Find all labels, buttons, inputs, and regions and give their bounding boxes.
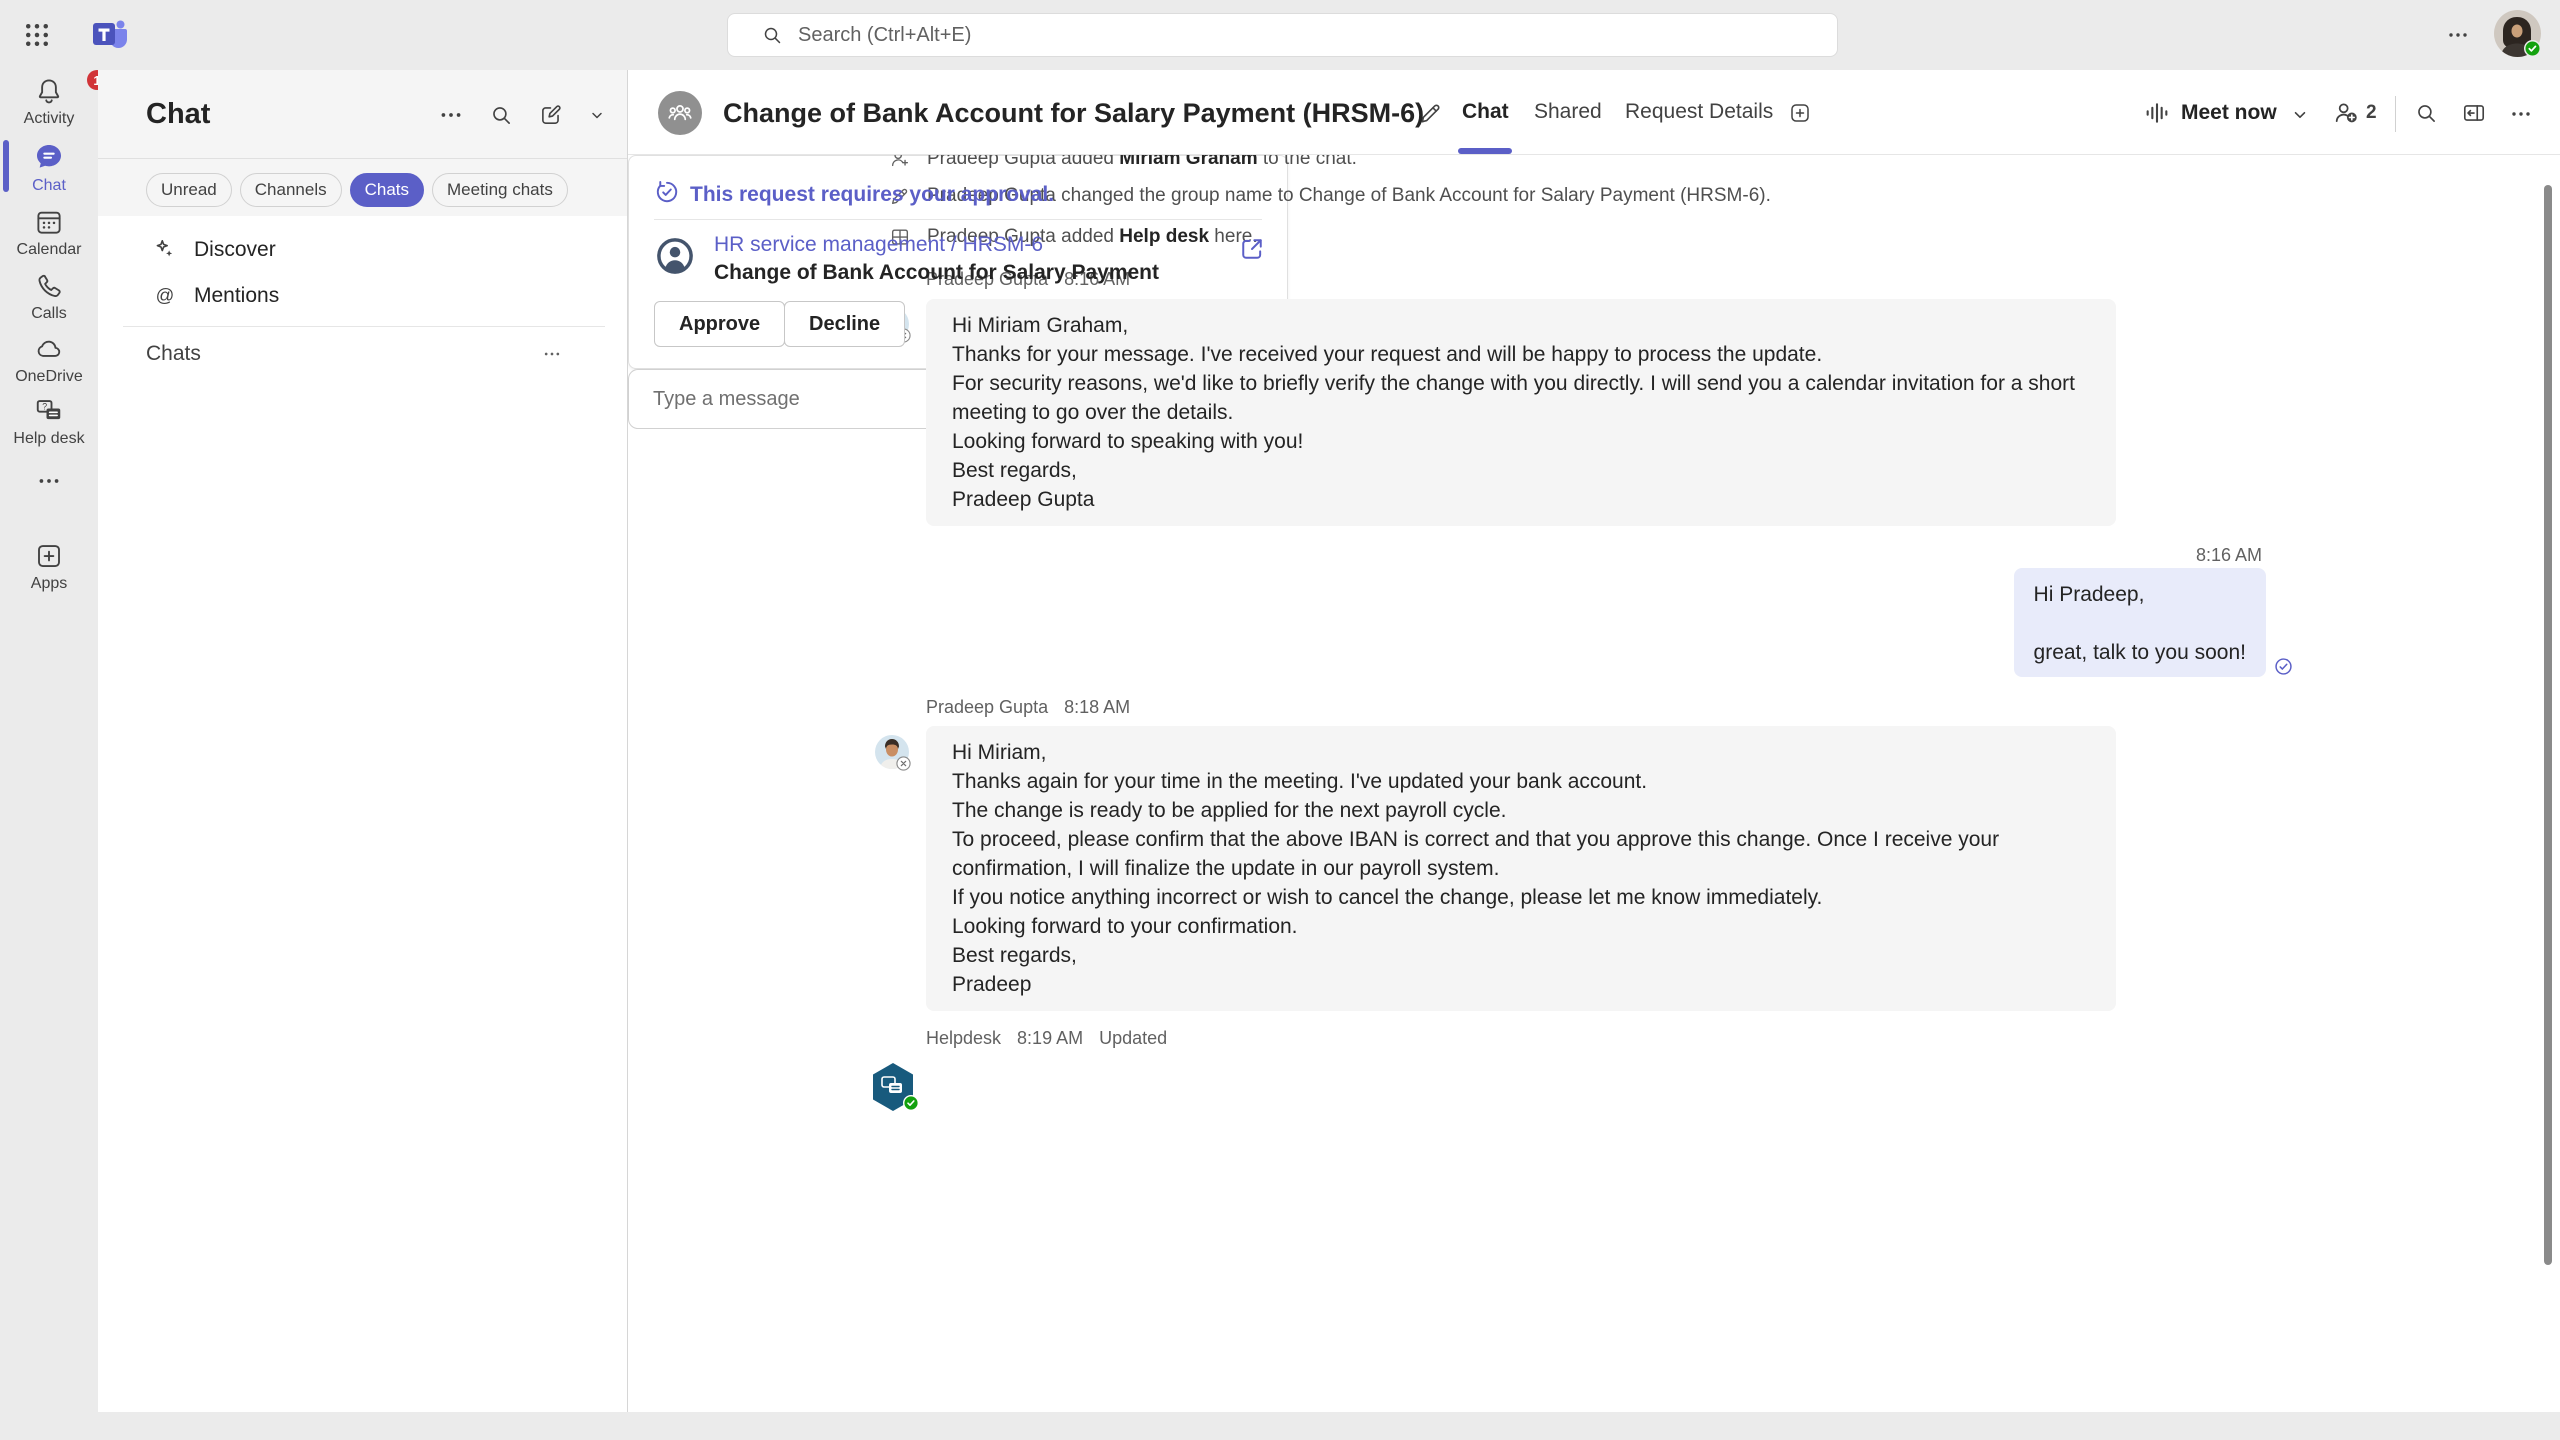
filter-meeting-chats[interactable]: Meeting chats <box>432 173 568 207</box>
new-chat-chevron-down-icon[interactable] <box>588 106 606 124</box>
chat-list-body <box>98 216 627 1412</box>
filter-chats[interactable]: Chats <box>350 173 424 207</box>
discover-label: Discover <box>194 238 276 262</box>
presence-available-icon <box>903 1095 920 1112</box>
search-placeholder: Search (Ctrl+Alt+E) <box>798 24 971 47</box>
calendar-icon <box>34 207 64 237</box>
updated-tag: Updated <box>1099 1028 1167 1049</box>
approval-pending-icon <box>654 179 680 205</box>
sidebar-item-activity[interactable]: 1 Activity <box>0 76 98 128</box>
presence-offline-icon <box>896 756 913 773</box>
add-people-icon <box>2332 99 2360 127</box>
ellipsis-icon <box>36 468 62 494</box>
add-tab-icon[interactable] <box>1788 101 1812 125</box>
decline-button[interactable]: Decline <box>784 301 905 347</box>
panel-search-icon[interactable] <box>488 102 514 128</box>
approve-button[interactable]: Approve <box>654 301 785 347</box>
system-message: Pradeep Gupta added Miriam Graham to the… <box>889 155 1357 172</box>
tab-request-details[interactable]: Request Details <box>1625 100 1773 124</box>
message-bubble: Hi Miriam,Thanks again for your time in … <box>926 726 2116 1011</box>
scrollbar-thumb[interactable] <box>2544 185 2552 1265</box>
title-bar: Search (Ctrl+Alt+E) <box>0 0 2560 70</box>
apps-plus-icon <box>34 541 64 571</box>
mentions-item[interactable]: @ Mentions <box>152 283 279 309</box>
edit-name-icon[interactable] <box>1418 100 1444 126</box>
message-meta: Helpdesk 8:19 AM Updated <box>926 1028 1167 1050</box>
help-desk-icon: ? <box>34 396 64 426</box>
mentions-label: Mentions <box>194 284 279 308</box>
svg-text:@: @ <box>156 284 175 305</box>
tab-shared[interactable]: Shared <box>1534 100 1602 124</box>
chat-search-icon[interactable] <box>2413 100 2439 126</box>
participants-button[interactable]: 2 <box>2332 99 2377 127</box>
active-tab-indicator <box>1458 148 1512 154</box>
sidebar-item-help-desk[interactable]: ? Help desk <box>0 396 98 448</box>
rail-more-button[interactable] <box>0 468 98 494</box>
new-chat-icon[interactable] <box>538 102 564 128</box>
sidebar-item-calls[interactable]: Calls <box>0 271 98 323</box>
timestamp: 8:18 AM <box>1064 697 1130 718</box>
window-bottom-edge <box>0 1412 2560 1440</box>
at-mention-icon: @ <box>152 283 178 309</box>
chat-bubble-icon <box>33 141 65 173</box>
app-launcher-waffle-icon[interactable] <box>22 20 52 50</box>
open-external-icon[interactable] <box>1238 235 1266 263</box>
request-link[interactable]: HR service management / HRSM-6 <box>714 233 1043 257</box>
chat-more-icon[interactable] <box>2507 102 2535 126</box>
meet-now-chevron-down-icon[interactable] <box>2290 105 2310 125</box>
meet-now-button[interactable]: Meet now <box>2143 96 2277 130</box>
chat-filters: Unread Channels Chats Meeting chats <box>146 173 568 207</box>
person-added-icon <box>889 155 911 170</box>
app-rail: 1 Activity Chat Calendar Calls OneDrive <box>0 70 98 1412</box>
author-name: Pradeep Gupta <box>926 697 1048 718</box>
teams-logo-icon <box>90 15 130 55</box>
author-name: Helpdesk <box>926 1028 1001 1049</box>
chat-title: Change of Bank Account for Salary Paymen… <box>723 98 1424 129</box>
divider <box>98 158 627 159</box>
message-seen-icon <box>2273 656 2294 677</box>
bell-icon: 1 <box>34 76 64 106</box>
waveform-icon <box>2143 99 2171 127</box>
sidebar-item-apps[interactable]: Apps <box>0 541 98 593</box>
approval-heading: This request requires your approval. <box>690 183 1054 207</box>
own-message-bubble: Hi Pradeep, great, talk to you soon! <box>2014 568 2266 677</box>
timestamp: 8:16 AM <box>2196 545 2262 566</box>
request-avatar-icon <box>654 235 696 277</box>
timestamp: 8:19 AM <box>1017 1028 1083 1049</box>
panel-title: Chat <box>146 98 210 131</box>
message-meta: Pradeep Gupta 8:18 AM <box>926 697 1130 719</box>
filter-unread[interactable]: Unread <box>146 173 232 207</box>
tab-chat[interactable]: Chat <box>1462 100 1509 124</box>
search-input[interactable]: Search (Ctrl+Alt+E) <box>727 13 1838 57</box>
panel-header-actions <box>438 102 606 128</box>
search-icon <box>760 23 784 47</box>
svg-text:?: ? <box>42 402 47 412</box>
group-avatar[interactable] <box>658 91 702 135</box>
cloud-icon <box>34 334 64 364</box>
divider <box>2395 96 2396 132</box>
message-canvas: Pradeep Gupta added Miriam Graham to the… <box>628 155 2560 1412</box>
phone-icon <box>34 271 64 301</box>
sidebar-item-calendar[interactable]: Calendar <box>0 207 98 259</box>
divider <box>123 326 605 327</box>
panel-more-icon[interactable] <box>438 102 464 128</box>
request-title: Change of Bank Account for Salary Paymen… <box>714 261 1159 285</box>
sidebar-item-chat[interactable]: Chat <box>0 141 98 195</box>
discover-item[interactable]: Discover <box>152 237 276 263</box>
message-bubble: Hi Miriam Graham,Thanks for your message… <box>926 299 2116 526</box>
open-side-pane-icon[interactable] <box>2460 100 2488 126</box>
sidebar-item-onedrive[interactable]: OneDrive <box>0 334 98 386</box>
chats-section-more-icon[interactable] <box>540 344 564 364</box>
chats-section-label: Chats <box>146 342 201 366</box>
sparkle-icon <box>152 237 178 263</box>
filter-channels[interactable]: Channels <box>240 173 342 207</box>
titlebar-more-icon[interactable] <box>2444 23 2472 47</box>
divider <box>654 219 1262 220</box>
presence-available-icon <box>2524 40 2541 57</box>
